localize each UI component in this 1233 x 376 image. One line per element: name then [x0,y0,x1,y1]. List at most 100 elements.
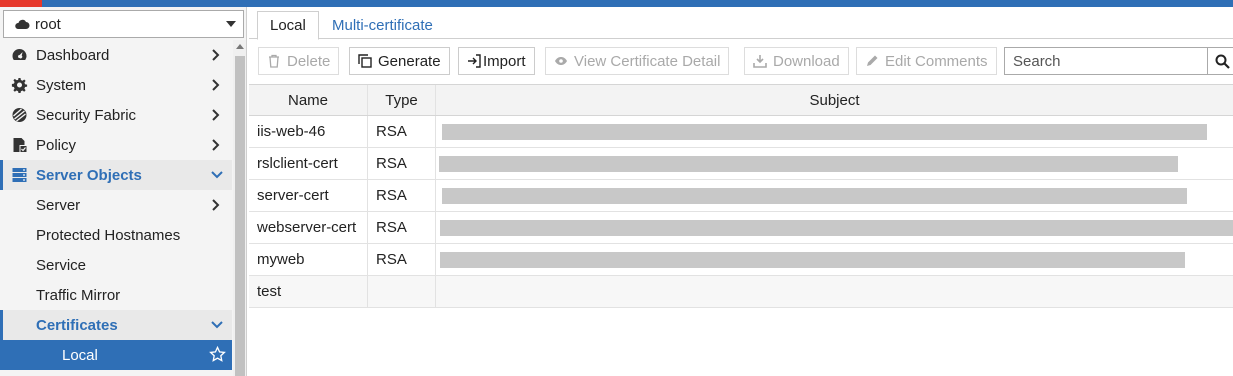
chevron-right-icon [212,79,220,91]
cell-subject [436,276,1233,307]
cell-name: test [249,276,368,307]
sidebar-item-label: Certificates [36,316,118,334]
cell-name: myweb [249,244,368,275]
server-icon [12,168,27,182]
tab-local[interactable]: Local [257,11,319,40]
cloud-icon [15,19,30,29]
table-header-row: Name Type Subject [249,84,1233,116]
table-row[interactable]: iis-web-46 RSA [249,116,1233,148]
sidebar-item-label: Service [36,256,87,274]
scroll-up-icon[interactable] [236,44,244,49]
sidebar-item-label: Dashboard [36,46,110,64]
table-row[interactable]: rslclient-cert RSA [249,148,1233,180]
search-button[interactable] [1207,47,1233,75]
download-label: Download [773,52,840,70]
cell-subject [436,212,1233,243]
star-icon[interactable] [209,346,226,363]
chevron-down-icon [211,321,223,329]
search-input[interactable] [1004,47,1208,75]
sidebar-item-system[interactable]: System [0,70,232,100]
edit-comments-button[interactable]: Edit Comments [856,47,997,75]
gear-icon [11,78,28,93]
table-row[interactable]: test [249,276,1233,308]
redacted-subject [440,252,1185,268]
generate-button[interactable]: Generate [349,47,450,75]
sidebar-item-label: System [36,76,87,94]
sidebar-item-local[interactable]: Local [0,340,232,370]
sidebar-item-server[interactable]: Server [0,190,232,220]
cell-name: server-cert [249,180,368,211]
cell-type [368,276,436,307]
policy-icon [13,138,27,152]
copy-icon [358,54,372,68]
sidebar-item-dashboard[interactable]: Dashboard [0,40,232,70]
vdom-select[interactable]: root [3,10,244,38]
cell-type: RSA [368,244,436,275]
pencil-icon [867,55,878,66]
main-content: Local Multi-certificate Delete Generate … [249,7,1233,376]
sidebar-item-label: Security Fabric [36,106,137,124]
chevron-right-icon [212,49,220,61]
redacted-subject [440,220,1233,236]
security-fabric-icon [12,108,27,122]
edit-comments-label: Edit Comments [885,52,988,70]
import-button[interactable]: Import [458,47,535,75]
generate-label: Generate [378,52,441,70]
caret-down-icon [226,21,236,27]
sidebar-item-label: Server [36,196,81,214]
sidebar-item-service[interactable]: Service [0,250,232,280]
sidebar-scrollbar[interactable] [233,40,246,376]
cell-type: RSA [368,148,436,179]
top-banner-red [0,0,42,7]
sidebar-item-label: Policy [36,136,77,154]
column-header-subject[interactable]: Subject [436,85,1233,115]
cell-type: RSA [368,180,436,211]
cell-name: rslclient-cert [249,148,368,179]
sidebar-item-security-fabric[interactable]: Security Fabric [0,100,232,130]
view-detail-label: View Certificate Detail [574,52,721,70]
sidebar-item-certificates[interactable]: Certificates [0,310,232,340]
vdom-value: root [35,15,61,33]
column-header-type[interactable]: Type [368,85,436,115]
sidebar-item-traffic-mirror[interactable]: Traffic Mirror [0,280,232,310]
delete-label: Delete [287,52,331,70]
delete-button[interactable]: Delete [258,47,340,75]
sidebar-item-label: Local [62,346,98,364]
import-label: Import [483,52,526,70]
dashboard-icon [12,49,27,60]
tab-bar: Local Multi-certificate [249,7,1233,40]
chevron-right-icon [212,109,220,121]
scrollbar-thumb[interactable] [235,56,245,376]
tab-multi-certificate[interactable]: Multi-certificate [320,11,445,39]
sidebar: root Dashboard System Security Fabric Po… [0,7,247,376]
search-icon [1215,54,1230,69]
view-certificate-detail-button[interactable]: View Certificate Detail [545,47,730,75]
download-icon [753,55,767,68]
cell-subject [436,148,1233,179]
sidebar-item-server-objects[interactable]: Server Objects [0,160,232,190]
cell-name: iis-web-46 [249,116,368,147]
sidebar-item-label: Protected Hostnames [36,226,181,244]
eye-icon [555,57,567,65]
toolbar: Delete Generate Import View Certificate … [249,47,1233,77]
redacted-subject [442,188,1187,204]
download-button[interactable]: Download [744,47,849,75]
chevron-right-icon [212,199,220,211]
table-row[interactable]: webserver-cert RSA [249,212,1233,244]
sidebar-item-label: Traffic Mirror [36,286,121,304]
certificate-table: Name Type Subject iis-web-46 RSA rslclie… [249,84,1233,308]
cell-type: RSA [368,116,436,147]
chevron-right-icon [212,139,220,151]
nav-menu: Dashboard System Security Fabric Policy [0,40,232,370]
cell-subject [436,180,1233,211]
cell-type: RSA [368,212,436,243]
redacted-subject [439,156,1178,172]
column-header-name[interactable]: Name [249,85,368,115]
cell-subject [436,116,1233,147]
table-row[interactable]: myweb RSA [249,244,1233,276]
sidebar-item-protected-hostnames[interactable]: Protected Hostnames [0,220,232,250]
sidebar-item-policy[interactable]: Policy [0,130,232,160]
sidebar-item-label: Server Objects [36,166,142,184]
table-row[interactable]: server-cert RSA [249,180,1233,212]
import-icon [468,54,481,68]
